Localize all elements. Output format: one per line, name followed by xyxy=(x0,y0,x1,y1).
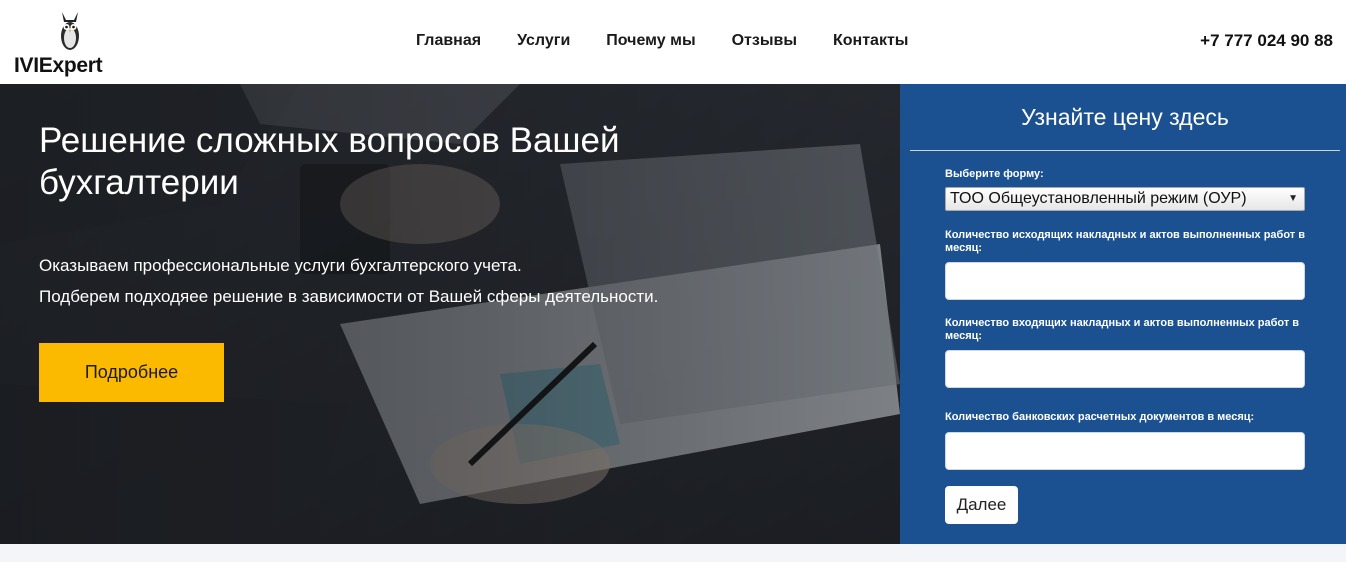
select-label: Выберите форму: xyxy=(945,168,1044,180)
outgoing-docs-label: Количество исходящих накладных и актов в… xyxy=(945,229,1305,254)
hero-section: Решение сложных вопросов Вашей бухгалтер… xyxy=(0,84,900,544)
more-info-button[interactable]: Подробнее xyxy=(39,343,224,402)
dropdown-arrow-icon: ▼ xyxy=(1288,193,1298,204)
form-title: Узнайте цену здесь xyxy=(1021,104,1229,130)
outgoing-docs-input[interactable] xyxy=(945,262,1305,300)
nav-item-services[interactable]: Услуги xyxy=(499,30,588,52)
bank-docs-input[interactable] xyxy=(945,432,1305,470)
next-button[interactable]: Далее xyxy=(945,486,1018,524)
nav-item-contacts[interactable]: Контакты xyxy=(815,30,926,52)
hero-text-line-2: Подберем подходяее решение в зависимости… xyxy=(39,287,659,306)
owl-logo-icon xyxy=(61,12,79,50)
business-form-select[interactable]: ТОО Общеустановленный режим (ОУР) ▼ xyxy=(945,187,1305,211)
hero-text-line-1: Оказываем профессиональные услуги бухгал… xyxy=(39,256,522,275)
logo-text: IVIExpert xyxy=(14,54,103,77)
hero-description: Оказываем профессиональные услуги бухгал… xyxy=(39,250,658,312)
incoming-docs-label: Количество входящих накладных и актов вы… xyxy=(945,317,1300,342)
nav-item-home[interactable]: Главная xyxy=(398,30,499,52)
hero-title: Решение сложных вопросов Вашей бухгалтер… xyxy=(39,121,620,202)
incoming-docs-input[interactable] xyxy=(945,350,1305,388)
phone-number[interactable]: +7 777 024 90 88 xyxy=(1200,30,1333,52)
price-form-panel: Узнайте цену здесь Выберите форму: ТОО О… xyxy=(900,84,1346,544)
page-bottom-strip xyxy=(0,544,1346,562)
select-value: ТОО Общеустановленный режим (ОУР) xyxy=(950,190,1247,207)
main-nav: Главная Услуги Почему мы Отзывы Контакты xyxy=(398,30,926,52)
form-divider xyxy=(910,150,1340,151)
nav-item-why-us[interactable]: Почему мы xyxy=(588,30,713,52)
nav-item-reviews[interactable]: Отзывы xyxy=(714,30,815,52)
logo[interactable]: IVIExpert xyxy=(14,8,124,77)
bank-docs-label: Количество банковских расчетных документ… xyxy=(945,411,1255,423)
site-header: IVIExpert Главная Услуги Почему мы Отзыв… xyxy=(0,0,1346,84)
